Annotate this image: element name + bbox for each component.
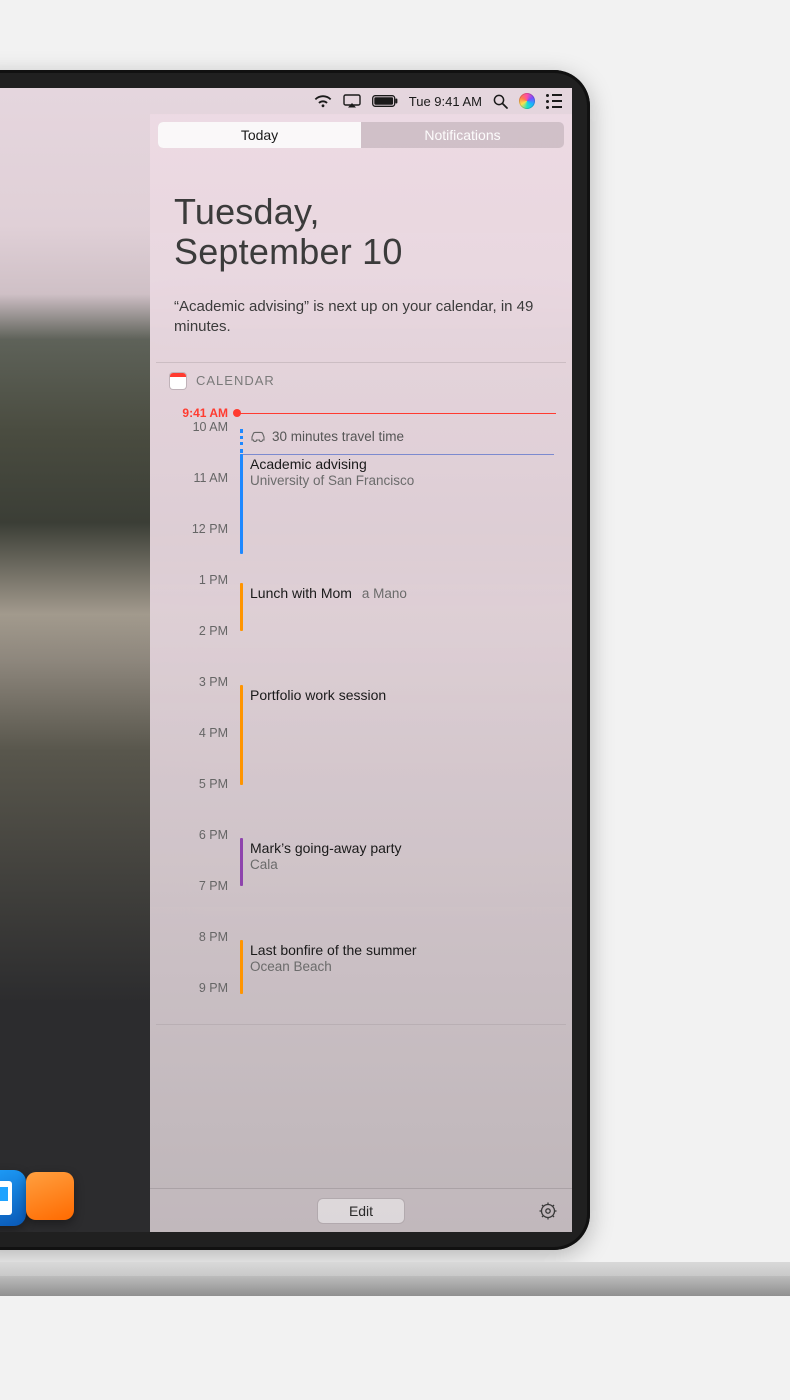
event-location: University of San Francisco [250, 473, 414, 488]
hour-label: 5 PM [156, 777, 228, 791]
car-icon [250, 430, 266, 442]
siri-icon[interactable] [519, 93, 535, 109]
airplay-icon[interactable] [343, 94, 361, 108]
calendar-widget-title: CALENDAR [196, 373, 275, 388]
calendar-widget: CALENDAR 9:41 AM 10 AM [156, 362, 566, 1025]
today-view-toolbar: Edit [150, 1188, 572, 1232]
calendar-timeline[interactable]: 9:41 AM 10 AM 11 AM 12 PM 1 PM 2 PM [156, 399, 566, 1024]
today-summary-text: “Academic advising” is next up on your c… [150, 285, 572, 362]
event-academic-advising[interactable]: Academic advising University of San Fran… [240, 454, 554, 554]
event-location: Ocean Beach [250, 959, 332, 974]
hour-label: 7 PM [156, 879, 228, 893]
hour-label: 3 PM [156, 675, 228, 689]
calendar-widget-header: CALENDAR [156, 363, 566, 399]
dock-app-keynote[interactable] [0, 1170, 26, 1226]
laptop-base [0, 1262, 790, 1302]
date-line2: September 10 [174, 232, 548, 272]
edit-button[interactable]: Edit [318, 1199, 404, 1223]
event-lunch-with-mom[interactable]: Lunch with Mom a Mano [240, 583, 554, 631]
hour-label: 10 AM [156, 420, 228, 434]
gear-icon[interactable] [538, 1201, 558, 1221]
hour-label: 12 PM [156, 522, 228, 536]
hour-label: 2 PM [156, 624, 228, 638]
spotlight-icon[interactable] [493, 94, 508, 109]
events-overlay: 30 minutes travel time Academic advising [240, 427, 554, 992]
event-marks-going-away-party[interactable]: Mark’s going-away party Cala [240, 838, 554, 886]
laptop-frame: Tue 9:41 AM Today Notifications Tuesday,… [0, 70, 590, 1250]
event-title: Academic advising [250, 456, 554, 472]
event-last-bonfire[interactable]: Last bonfire of the summer Ocean Beach [240, 940, 554, 994]
wifi-icon[interactable] [314, 95, 332, 108]
event-location: a Mano [362, 586, 407, 601]
hour-label: 6 PM [156, 828, 228, 842]
dock [0, 1170, 80, 1226]
today-notifications-segmented: Today Notifications [158, 122, 564, 148]
macos-desktop: Tue 9:41 AM Today Notifications Tuesday,… [0, 88, 572, 1232]
menubar-clock[interactable]: Tue 9:41 AM [409, 94, 482, 109]
travel-time-text: 30 minutes travel time [272, 429, 404, 444]
hour-label: 9 PM [156, 981, 228, 995]
tab-notifications[interactable]: Notifications [361, 122, 564, 148]
hour-label: 1 PM [156, 573, 228, 587]
event-title: Last bonfire of the summer [250, 942, 554, 958]
notification-center-panel: Today Notifications Tuesday, September 1… [150, 114, 572, 1232]
tab-today[interactable]: Today [158, 122, 361, 148]
date-line1: Tuesday, [174, 192, 548, 232]
dock-app-pages[interactable] [26, 1172, 74, 1220]
event-title: Mark’s going-away party [250, 840, 554, 856]
event-title: Portfolio work session [250, 687, 554, 703]
event-portfolio-work-session[interactable]: Portfolio work session [240, 685, 554, 785]
hour-label: 4 PM [156, 726, 228, 740]
hour-label: 11 AM [156, 471, 228, 485]
hour-label: 8 PM [156, 930, 228, 944]
travel-time-block[interactable]: 30 minutes travel time [240, 429, 554, 453]
today-date-heading: Tuesday, September 10 [150, 148, 572, 285]
notification-center-icon[interactable] [546, 94, 562, 109]
event-title: Lunch with Mom [250, 585, 352, 601]
laptop-screen: Tue 9:41 AM Today Notifications Tuesday,… [0, 88, 572, 1232]
event-location: Cala [250, 857, 278, 872]
menu-bar: Tue 9:41 AM [304, 88, 572, 114]
current-time-label: 9:41 AM [156, 406, 228, 420]
calendar-icon [170, 373, 186, 389]
battery-icon[interactable] [372, 95, 398, 107]
